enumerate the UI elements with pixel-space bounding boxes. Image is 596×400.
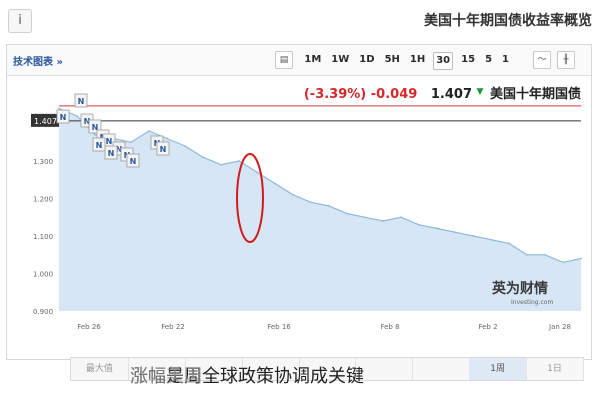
data-point	[274, 182, 276, 185]
price-chart[interactable]: 1.407 1.300 1.200 1.100 1.000 0.900 Feb 26 Feb …	[7, 45, 591, 359]
data-point	[166, 137, 168, 140]
news-marker-label: N	[160, 145, 167, 154]
data-point	[58, 107, 60, 110]
x-tick-label: Feb 2	[478, 323, 497, 331]
data-point	[130, 141, 132, 144]
data-point	[202, 156, 204, 159]
top-bar: i 美国十年期国债收益率概览	[0, 0, 596, 40]
caption-ghost-text: 涨幅美国	[130, 366, 202, 387]
data-point	[490, 238, 492, 241]
x-tick-label: Feb 16	[267, 323, 291, 331]
data-point	[526, 253, 528, 256]
data-point	[328, 205, 330, 207]
news-marker-label: N	[78, 97, 85, 106]
current-price-label: 1.407	[34, 117, 57, 126]
y-tick-label: 1.100	[33, 233, 53, 241]
range-button-0[interactable]: 最大值	[71, 358, 129, 380]
x-tick-label: Feb 26	[77, 323, 101, 331]
watermark-cn: 英为财情	[491, 280, 548, 297]
x-tick-label: Feb 22	[161, 323, 185, 331]
data-point	[148, 130, 150, 132]
y-tick-label: 1.300	[33, 158, 53, 166]
range-button-7[interactable]: 1周	[469, 358, 528, 380]
range-button-8[interactable]: 1日	[526, 358, 584, 380]
data-point	[256, 171, 258, 174]
data-point	[76, 115, 78, 117]
data-point	[184, 145, 186, 147]
data-point	[544, 253, 546, 256]
y-tick-label: 1.200	[33, 196, 53, 204]
caption: 涨幅美国 涨幅是周全球政策协调成关键	[130, 362, 364, 388]
data-point	[562, 261, 564, 264]
news-marker-label: N	[130, 157, 137, 166]
data-point	[364, 216, 366, 219]
data-point	[238, 160, 240, 162]
chart-panel: 技术图表 » ▤ 1 5 15 30 1H 5H 1D 1W 1M 〜 ╫ (-3.39%) -…	[6, 44, 592, 360]
data-point	[454, 231, 456, 234]
y-tick-label: 1.000	[33, 271, 53, 279]
range-button-5[interactable]	[355, 358, 414, 380]
data-point	[382, 220, 384, 222]
data-point	[472, 235, 474, 237]
data-point	[220, 163, 222, 166]
x-tick-label: Feb 8	[380, 323, 399, 331]
news-marker-label: N	[60, 113, 67, 122]
x-tick-label: Jan 28	[548, 323, 571, 331]
data-point	[346, 212, 348, 215]
watermark-en: Investing.com	[511, 299, 553, 306]
data-point	[418, 223, 420, 226]
data-point	[400, 216, 402, 219]
news-marker-label: N	[96, 141, 103, 150]
data-point	[436, 227, 438, 230]
data-point	[580, 257, 582, 260]
news-marker-label: N	[106, 137, 113, 146]
news-marker-label: N	[108, 149, 115, 158]
page-title: 美国十年期国债收益率概览	[424, 13, 592, 29]
data-point	[292, 193, 294, 196]
data-point	[508, 242, 510, 245]
range-button-6[interactable]	[412, 358, 471, 380]
y-tick-label: 0.900	[33, 308, 53, 316]
data-point	[94, 133, 96, 136]
data-point	[310, 201, 312, 204]
